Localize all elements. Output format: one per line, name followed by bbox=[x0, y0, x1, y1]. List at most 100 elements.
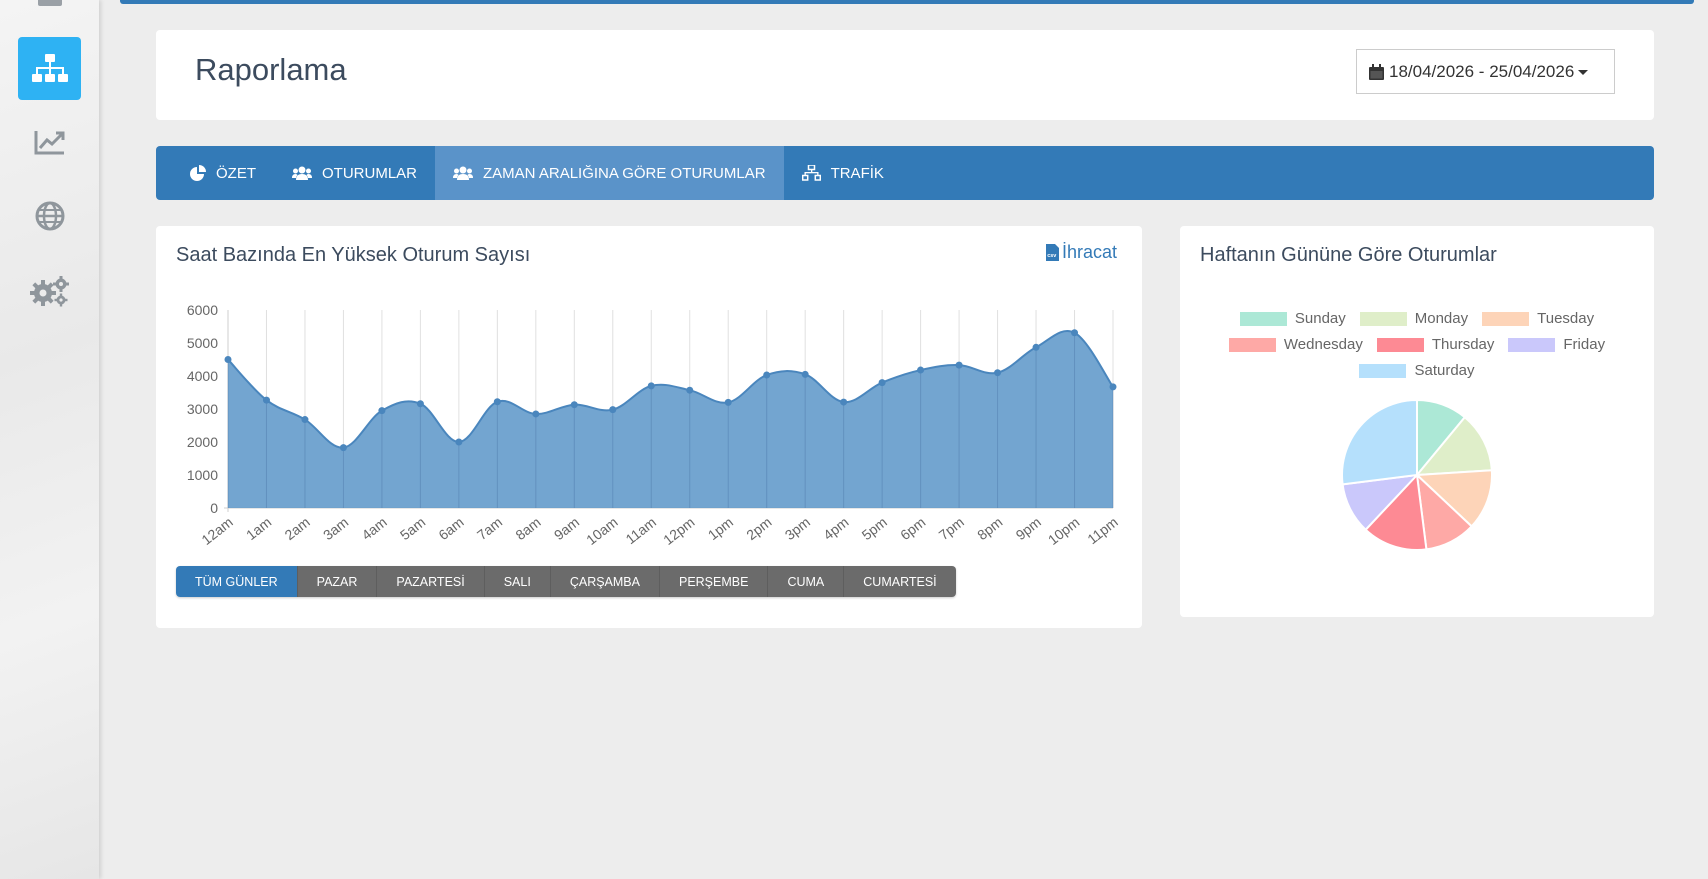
x-tick-label: 2pm bbox=[743, 514, 774, 543]
sidebar bbox=[0, 0, 99, 879]
x-tick-label: 7am bbox=[474, 514, 505, 543]
data-point[interactable] bbox=[724, 398, 732, 406]
x-tick-label: 8pm bbox=[974, 514, 1005, 543]
day-filter-button[interactable]: SALI bbox=[484, 566, 551, 597]
report-tabs: ÖZET OTURUMLAR ZAMAN ARALIĞINA GÖRE OTUR… bbox=[156, 146, 1654, 200]
sidebar-item-chart[interactable] bbox=[18, 110, 81, 173]
hourly-area-chart: 0 1000 2000 3000 4000 5000 6000 12am 1am 2am 3am 4a… bbox=[187, 302, 1121, 548]
data-point[interactable] bbox=[878, 379, 886, 387]
data-point[interactable] bbox=[532, 410, 540, 418]
tab-zaman-araligi[interactable]: ZAMAN ARALIĞINA GÖRE OTURUMLAR bbox=[435, 146, 784, 200]
tab-label: ÖZET bbox=[216, 164, 256, 182]
data-point[interactable] bbox=[224, 356, 232, 363]
sidebar-top-icon[interactable] bbox=[38, 0, 62, 6]
pie-slice[interactable] bbox=[1341, 398, 1418, 486]
sidebar-item-settings[interactable] bbox=[18, 259, 81, 322]
x-tick-label: 10pm bbox=[1045, 514, 1082, 548]
data-point[interactable] bbox=[262, 396, 270, 404]
sitemap-icon bbox=[801, 165, 821, 181]
data-point[interactable] bbox=[801, 370, 809, 378]
users-icon bbox=[453, 166, 474, 180]
page-title: Raporlama bbox=[195, 52, 347, 87]
x-tick-label: 6am bbox=[435, 514, 466, 543]
tab-label: ZAMAN ARALIĞINA GÖRE OTURUMLAR bbox=[483, 164, 766, 182]
x-tick-label: 2am bbox=[281, 514, 312, 543]
day-filter-button[interactable]: CUMA bbox=[768, 566, 845, 597]
data-point[interactable] bbox=[994, 369, 1002, 377]
y-tick-label: 1000 bbox=[187, 467, 218, 483]
data-point[interactable] bbox=[647, 382, 655, 390]
data-point[interactable] bbox=[570, 401, 578, 409]
data-point[interactable] bbox=[455, 438, 463, 446]
data-point[interactable] bbox=[686, 386, 694, 394]
tab-label: OTURUMLAR bbox=[322, 164, 418, 182]
data-point[interactable] bbox=[917, 366, 925, 374]
sidebar-item-sitemap[interactable] bbox=[18, 37, 81, 100]
day-filter-button[interactable]: PAZARTESİ bbox=[377, 566, 485, 597]
day-filter-button[interactable]: PERŞEMBE bbox=[659, 566, 769, 597]
data-point[interactable] bbox=[339, 444, 347, 452]
users-icon bbox=[292, 166, 312, 180]
x-tick-label: 10am bbox=[583, 514, 620, 548]
tab-ozet[interactable]: ÖZET bbox=[172, 146, 274, 200]
y-tick-label: 3000 bbox=[187, 401, 218, 417]
x-tick-label: 5am bbox=[397, 514, 428, 543]
x-tick-label: 12am bbox=[198, 514, 235, 548]
x-tick-label: 1am bbox=[243, 514, 274, 543]
tab-oturumlar[interactable]: OTURUMLAR bbox=[274, 146, 435, 200]
chevron-down-icon bbox=[1578, 70, 1589, 75]
line-chart-icon bbox=[34, 130, 64, 154]
day-filter-button[interactable]: PAZAR bbox=[297, 566, 378, 597]
x-tick-label: 6pm bbox=[897, 514, 928, 543]
day-filter-button[interactable]: ÇARŞAMBA bbox=[550, 566, 660, 597]
data-point[interactable] bbox=[1109, 383, 1117, 391]
y-tick-label: 0 bbox=[210, 500, 218, 516]
y-tick-label: 6000 bbox=[187, 302, 218, 318]
data-point[interactable] bbox=[763, 371, 771, 379]
data-point[interactable] bbox=[1071, 329, 1079, 337]
x-tick-label: 4pm bbox=[820, 514, 851, 543]
x-tick-label: 9pm bbox=[1013, 514, 1044, 543]
day-filter-button[interactable]: CUMARTESİ bbox=[844, 566, 956, 597]
day-filter-button[interactable]: TÜM GÜNLER bbox=[176, 566, 298, 597]
tab-label: TRAFİK bbox=[830, 164, 884, 182]
x-tick-label: 11pm bbox=[1084, 514, 1121, 548]
x-tick-label: 1pm bbox=[705, 514, 736, 543]
tab-trafik[interactable]: TRAFİK bbox=[784, 146, 902, 200]
header-panel: Raporlama 18/04/2026 - 25/04/2026 bbox=[156, 30, 1654, 120]
data-point[interactable] bbox=[609, 406, 617, 414]
x-tick-label: 3am bbox=[320, 514, 351, 543]
x-tick-label: 8am bbox=[512, 514, 543, 543]
pie-chart-icon bbox=[190, 165, 206, 181]
x-tick-label: 4am bbox=[358, 514, 389, 543]
x-tick-label: 9am bbox=[551, 514, 582, 543]
weekday-pie-chart bbox=[1341, 398, 1493, 551]
top-bar bbox=[120, 0, 1694, 4]
x-tick-label: 3pm bbox=[782, 514, 813, 543]
x-tick-label: 11am bbox=[622, 514, 659, 548]
y-tick-label: 5000 bbox=[187, 335, 218, 351]
hourly-sessions-panel: Saat Bazında En Yüksek Oturum Sayısı csv… bbox=[156, 226, 1142, 628]
data-point[interactable] bbox=[493, 398, 501, 406]
series-area bbox=[228, 330, 1113, 508]
data-point[interactable] bbox=[416, 400, 424, 408]
date-range-label: 18/04/2026 - 25/04/2026 bbox=[1389, 61, 1575, 81]
sitemap-icon bbox=[31, 53, 68, 82]
calendar-icon bbox=[1369, 63, 1384, 80]
data-point[interactable] bbox=[378, 407, 386, 415]
weekday-sessions-panel: Haftanın Gününe Göre Oturumlar Sunday Mon… bbox=[1180, 226, 1654, 617]
globe-icon bbox=[35, 201, 64, 230]
gears-icon bbox=[29, 275, 69, 306]
data-point[interactable] bbox=[301, 416, 309, 424]
x-tick-label: 12pm bbox=[660, 514, 697, 548]
data-point[interactable] bbox=[955, 361, 963, 369]
x-tick-label: 5pm bbox=[859, 514, 890, 543]
sidebar-item-globe[interactable] bbox=[18, 184, 81, 247]
y-tick-label: 2000 bbox=[187, 434, 218, 450]
date-range-picker[interactable]: 18/04/2026 - 25/04/2026 bbox=[1356, 49, 1615, 94]
x-tick-label: 7pm bbox=[936, 514, 967, 543]
day-filter-group: TÜM GÜNLER PAZAR PAZARTESİ SALI ÇARŞAMBA PERŞ… bbox=[176, 566, 956, 597]
data-point[interactable] bbox=[840, 398, 848, 406]
data-point[interactable] bbox=[1032, 343, 1040, 351]
y-tick-label: 4000 bbox=[187, 368, 218, 384]
